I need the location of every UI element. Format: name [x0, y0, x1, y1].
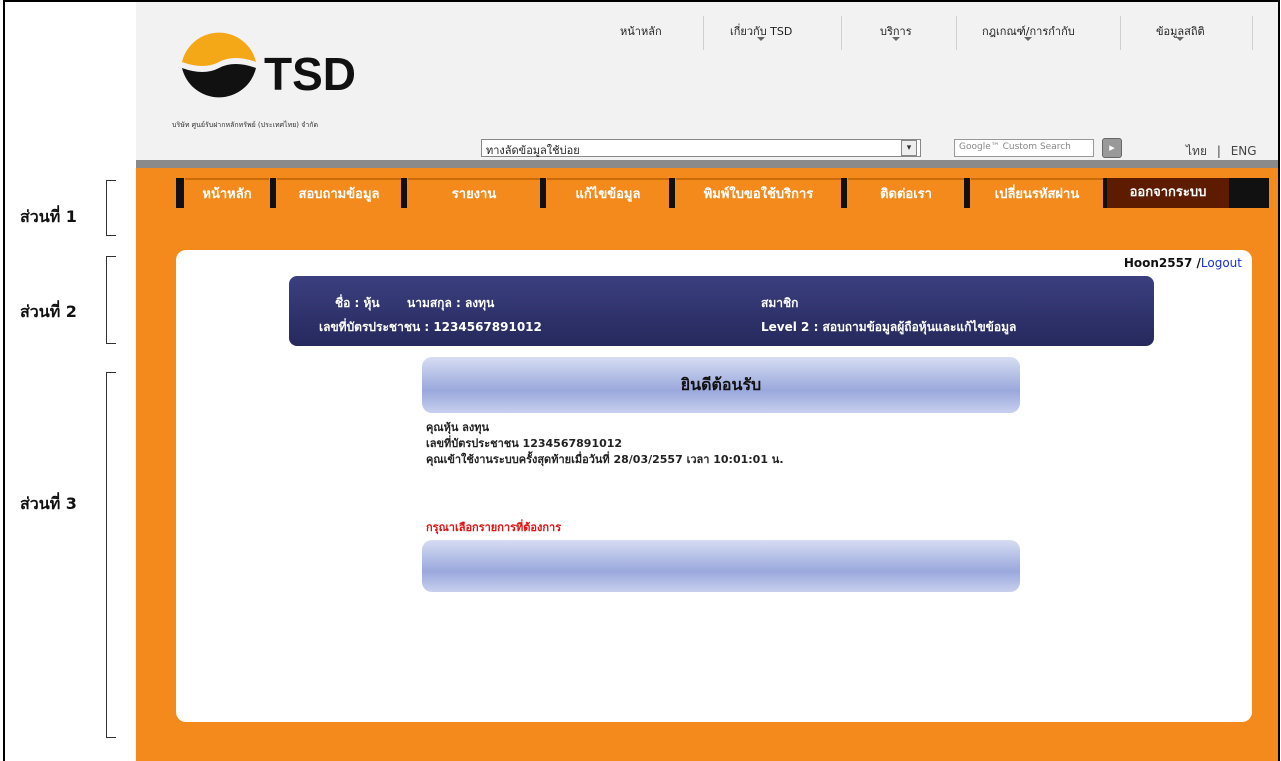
bracket-part-2 — [106, 256, 116, 344]
tab-home[interactable]: หน้าหลัก — [185, 178, 269, 208]
username: Hoon2557 — [1123, 256, 1193, 270]
tab-divider — [540, 178, 546, 208]
tab-report[interactable]: รายงาน — [408, 178, 540, 208]
topnav-home[interactable]: หน้าหลัก — [620, 22, 662, 40]
tab-edit-data[interactable]: แก้ไขข้อมูล — [547, 178, 669, 208]
tab-divider — [841, 178, 847, 208]
selection-bar — [422, 540, 1020, 592]
tab-print-form[interactable]: พิมพ์ใบขอใช้บริการ — [676, 178, 841, 208]
topnav-regulation[interactable]: กฎเกณฑ์/การกำกับ — [982, 22, 1075, 41]
last-login: คุณเข้าใช้งานระบบครั้งสุดท้ายเมื่อวันที่… — [426, 453, 784, 466]
topnav-divider — [1120, 16, 1121, 50]
chevron-down-icon — [891, 37, 900, 41]
annotation-part-1: ส่วนที่ 1 — [20, 207, 77, 226]
tab-change-password[interactable]: เปลี่ยนรหัสผ่าน — [971, 178, 1103, 208]
tab-divider — [964, 178, 970, 208]
lang-thai-link[interactable]: ไทย — [1186, 144, 1207, 158]
logout-link[interactable]: Logout — [1201, 256, 1242, 270]
tab-end-cap — [1229, 178, 1269, 208]
content-panel: Hoon2557 /Logout ชื่อ : หุ้น นามสกุล : ล… — [176, 250, 1252, 722]
site-header: TSD บริษัท ศูนย์รับฝากหลักทรัพย์ (ประเทศ… — [136, 2, 1278, 160]
tsd-logo-icon[interactable]: TSD — [176, 20, 376, 100]
chevron-down-icon — [1176, 37, 1185, 41]
tab-inquiry[interactable]: สอบถามข้อมูล — [277, 178, 401, 208]
welcome-id: เลขที่บัตรประชาชน 1234567891012 — [426, 437, 623, 450]
logo-text: TSD — [264, 48, 356, 100]
lang-eng-link[interactable]: ENG — [1231, 144, 1257, 158]
chevron-down-icon — [1024, 37, 1033, 41]
header-divider — [136, 160, 1278, 168]
company-name: บริษัท ศูนย์รับฝากหลักทรัพย์ (ประเทศไทย)… — [172, 121, 319, 129]
topnav-about[interactable]: เกี่ยวกับ TSD — [730, 22, 792, 41]
user-last-name: นามสกุล : ลงทุน — [407, 296, 495, 310]
tab-divider — [176, 178, 184, 208]
tab-logout[interactable]: ออกจากระบบ — [1107, 178, 1229, 208]
topnav-statistics[interactable]: ข้อมูลสถิติ — [1156, 22, 1205, 41]
search-icon[interactable]: ▸ — [1102, 138, 1122, 158]
user-id-number: เลขที่บัตรประชาชน : 1234567891012 — [319, 320, 542, 334]
user-level: Level 2 : สอบถามข้อมูลผู้ถือหุ้นและแก้ไข… — [761, 320, 1017, 334]
select-prompt: กรุณาเลือกรายการที่ต้องการ — [426, 521, 562, 534]
tab-divider — [669, 178, 675, 208]
screenshot-frame: ส่วนที่ 1 ส่วนที่ 2 ส่วนที่ 3 TSD บริษัท… — [0, 0, 1281, 761]
annotation-part-3: ส่วนที่ 3 — [20, 494, 77, 513]
lang-separator: | — [1216, 144, 1221, 158]
quick-links-select[interactable]: ทางลัดข้อมูลใช้บ่อย — [481, 139, 921, 157]
user-role: สมาชิก — [761, 296, 799, 310]
bracket-part-1 — [106, 180, 116, 236]
welcome-details: คุณหุ้น ลงทุน เลขที่บัตรประชาชน 12345678… — [426, 420, 784, 468]
search-input[interactable]: Google™ Custom Search — [954, 139, 1094, 157]
user-info-bar: ชื่อ : หุ้น นามสกุล : ลงทุน เลขที่บัตรปร… — [289, 276, 1154, 346]
user-session: Hoon2557 /Logout — [1123, 256, 1242, 270]
annotation-part-2: ส่วนที่ 2 — [20, 302, 77, 321]
topnav-divider — [703, 16, 704, 50]
chevron-down-icon — [757, 37, 766, 41]
welcome-banner: ยินดีต้อนรับ — [422, 357, 1020, 413]
tab-divider — [270, 178, 276, 208]
welcome-name: คุณหุ้น ลงทุน — [426, 421, 490, 434]
language-switcher: ไทย | ENG — [1186, 142, 1257, 161]
tab-contact[interactable]: ติดต่อเรา — [848, 178, 964, 208]
user-first-name: ชื่อ : หุ้น — [335, 296, 380, 310]
topnav-divider — [956, 16, 957, 50]
chevron-down-icon[interactable]: ▾ — [901, 140, 917, 156]
topnav-divider — [841, 16, 842, 50]
tab-divider — [401, 178, 407, 208]
topnav-divider — [1252, 16, 1253, 50]
bracket-part-3 — [106, 372, 116, 738]
topnav-services[interactable]: บริการ — [880, 22, 912, 41]
